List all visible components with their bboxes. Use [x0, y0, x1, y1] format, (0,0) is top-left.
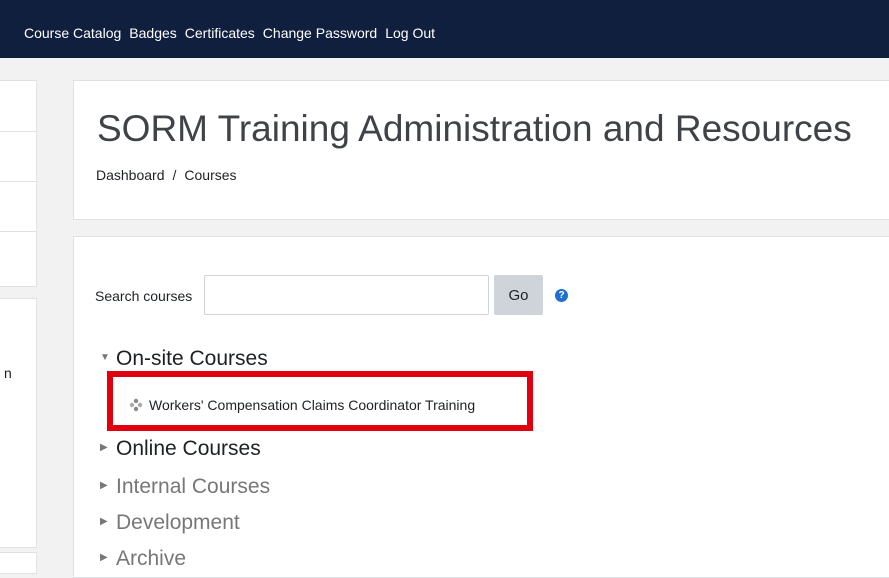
course-link[interactable]: Workers' Compensation Claims Coordinator… — [129, 397, 475, 413]
top-navbar: Course Catalog Badges Certificates Chang… — [0, 0, 889, 58]
search-courses-label: Search courses — [95, 288, 193, 304]
category-label: Online Courses — [116, 437, 261, 460]
go-button[interactable]: Go — [494, 275, 543, 315]
page-header: SORM Training Administration and Resourc… — [73, 80, 889, 220]
chevron-right-icon: ▶ — [100, 441, 108, 453]
category-on-site-courses[interactable]: ▼ On-site Courses — [100, 347, 268, 371]
nav-course-catalog[interactable]: Course Catalog — [24, 25, 121, 41]
sidebar-block-top — [0, 80, 37, 287]
chevron-right-icon: ▶ — [100, 479, 108, 491]
search-courses-input[interactable] — [204, 275, 489, 315]
nav-change-password[interactable]: Change Password — [263, 25, 377, 41]
category-internal-courses[interactable]: ▶ Internal Courses — [100, 475, 270, 499]
breadcrumb-courses[interactable]: Courses — [184, 167, 236, 183]
page-title: SORM Training Administration and Resourc… — [97, 108, 852, 149]
category-label: Development — [116, 511, 240, 534]
course-icon — [129, 398, 143, 412]
category-online-courses[interactable]: ▶ Online Courses — [100, 437, 261, 461]
breadcrumb-dashboard[interactable]: Dashboard — [96, 167, 165, 183]
chevron-right-icon: ▶ — [100, 551, 108, 563]
chevron-down-icon: ▼ — [100, 351, 110, 363]
chevron-right-icon: ▶ — [100, 515, 108, 527]
nav-badges[interactable]: Badges — [129, 25, 176, 41]
sidebar-block-foot — [0, 552, 37, 574]
course-name: Workers' Compensation Claims Coordinator… — [149, 397, 476, 413]
breadcrumb: Dashboard / Courses — [96, 167, 237, 183]
course-category-card: Search courses Go ? ▼ On-site Courses Wor… — [73, 236, 889, 578]
category-label: On-site Courses — [116, 347, 268, 370]
category-development[interactable]: ▶ Development — [100, 511, 240, 535]
category-label: Internal Courses — [116, 475, 271, 498]
category-archive[interactable]: ▶ Archive — [100, 547, 186, 571]
nav-log-out[interactable]: Log Out — [385, 25, 435, 41]
nav-certificates[interactable]: Certificates — [185, 25, 255, 41]
sidebar-block-bottom: n — [0, 298, 37, 548]
nav-links: Course Catalog Badges Certificates Chang… — [24, 25, 443, 41]
breadcrumb-separator: / — [172, 167, 177, 183]
sidebar-text-fragment: n — [4, 365, 12, 381]
question-circle-icon[interactable]: ? — [555, 289, 568, 302]
